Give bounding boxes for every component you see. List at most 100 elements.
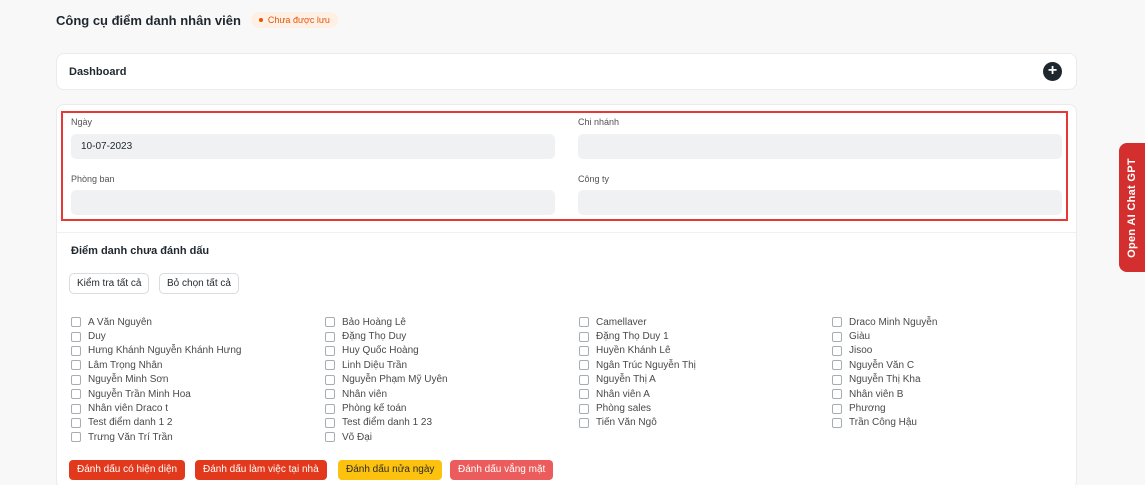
chat-gpt-side-tab[interactable]: Open AI Chat GPT	[1119, 143, 1145, 272]
employee-name: Nguyễn Văn C	[849, 359, 915, 371]
employee-checkbox-item[interactable]: Nhân viên Draco t	[71, 401, 242, 415]
branch-input[interactable]	[578, 134, 1062, 159]
employee-name: Bảo Hoàng Lê	[342, 316, 406, 328]
employee-checkbox-item[interactable]: Bảo Hoàng Lê	[325, 315, 448, 329]
employee-checkbox-item[interactable]: Ngân Trúc Nguyễn Thị	[579, 358, 696, 372]
checkbox-icon[interactable]	[71, 331, 81, 342]
checkbox-icon[interactable]	[832, 317, 842, 328]
employee-name: Nhân viên B	[849, 388, 904, 400]
employee-checkbox-item[interactable]: Nhân viên A	[579, 387, 696, 401]
employee-checkbox-item[interactable]: Nhân viên B	[832, 387, 937, 401]
employee-checkbox-item[interactable]: Camellaver	[579, 315, 696, 329]
checkbox-icon[interactable]	[579, 317, 589, 328]
employee-checkbox-item[interactable]: Jisoo	[832, 344, 937, 358]
checkbox-icon[interactable]	[579, 374, 589, 385]
checkbox-icon[interactable]	[71, 345, 81, 356]
employee-checkbox-item[interactable]: Nguyễn Thị Kha	[832, 373, 937, 387]
uncheck-all-button[interactable]: Bỏ chọn tất cả	[159, 273, 239, 294]
employee-checkbox-item[interactable]: Phương	[832, 401, 937, 415]
checkbox-icon[interactable]	[71, 360, 81, 371]
checkbox-icon[interactable]	[71, 432, 81, 443]
checkbox-icon[interactable]	[325, 360, 335, 371]
mark-absent-button[interactable]: Đánh dấu vắng mặt	[450, 460, 554, 480]
employee-name: Nguyễn Thị A	[596, 374, 656, 386]
checkbox-icon[interactable]	[832, 417, 842, 428]
checkbox-icon[interactable]	[71, 317, 81, 328]
status-dot-icon	[258, 18, 263, 22]
dashboard-label: Dashboard	[69, 65, 127, 78]
unmarked-section-title: Điểm danh chưa đánh dấu	[71, 245, 210, 257]
department-label: Phòng ban	[71, 174, 115, 184]
checkbox-icon[interactable]	[579, 403, 589, 414]
employee-checkbox-item[interactable]: Giàu	[832, 329, 937, 343]
employee-checkbox-item[interactable]: Draco Minh Nguyễn	[832, 315, 937, 329]
employee-checkbox-item[interactable]: Lâm Trọng Nhân	[71, 358, 242, 372]
plus-icon[interactable]: +	[1043, 62, 1062, 81]
checkbox-icon[interactable]	[832, 389, 842, 400]
checkbox-icon[interactable]	[832, 374, 842, 385]
employee-checkbox-item[interactable]: Duy	[71, 329, 242, 343]
employee-checkbox-item[interactable]: Phòng kế toán	[325, 401, 448, 415]
employee-checkbox-item[interactable]: Hưng Khánh Nguyễn Khánh Hưng	[71, 344, 242, 358]
checkbox-icon[interactable]	[832, 403, 842, 414]
employee-checkbox-item[interactable]: Trưng Văn Trí Trần	[71, 430, 242, 444]
department-input[interactable]	[71, 190, 555, 215]
employee-checkbox-item[interactable]: Huy Quốc Hoàng	[325, 344, 448, 358]
employee-checkbox-item[interactable]: Trần Công Hậu	[832, 416, 937, 430]
checkbox-icon[interactable]	[325, 432, 335, 443]
employee-checkbox-item[interactable]: Phòng sales	[579, 401, 696, 415]
employee-checkbox-item[interactable]: Test điểm danh 1 23	[325, 416, 448, 430]
employee-checkbox-item[interactable]: Test điểm danh 1 2	[71, 416, 242, 430]
employee-name: Phòng kế toán	[342, 403, 407, 415]
checkbox-icon[interactable]	[71, 403, 81, 414]
mark-wfh-button[interactable]: Đánh dấu làm việc tại nhà	[195, 460, 327, 480]
employee-checkbox-item[interactable]: Nguyễn Văn C	[832, 358, 937, 372]
checkbox-icon[interactable]	[832, 331, 842, 342]
checkbox-icon[interactable]	[579, 360, 589, 371]
mark-half-day-button[interactable]: Đánh dấu nửa ngày	[338, 460, 443, 480]
checkbox-icon[interactable]	[579, 345, 589, 356]
employee-checkbox-item[interactable]: Nguyễn Trần Minh Hoa	[71, 387, 242, 401]
checkbox-icon[interactable]	[579, 417, 589, 428]
checkbox-icon[interactable]	[579, 331, 589, 342]
employee-checkbox-item[interactable]: Võ Đại	[325, 430, 448, 444]
checkbox-icon[interactable]	[71, 374, 81, 385]
employee-checkbox-item[interactable]: Đặng Thọ Duy 1	[579, 329, 696, 343]
mark-present-button[interactable]: Đánh dấu có hiện diện	[69, 460, 186, 480]
employee-name: Nguyễn Minh Sơn	[88, 374, 169, 386]
employee-column-4: Draco Minh Nguyễn Giàu Jisoo Nguyễn Văn …	[832, 315, 937, 430]
employee-checkbox-item[interactable]: Tiến Văn Ngô	[579, 416, 696, 430]
dashboard-section[interactable]: Dashboard +	[56, 53, 1077, 90]
checkbox-icon[interactable]	[325, 417, 335, 428]
employee-column-1: A Văn Nguyên Duy Hưng Khánh Nguyễn Khánh…	[71, 315, 242, 445]
employee-checkbox-item[interactable]: Nguyễn Thị A	[579, 373, 696, 387]
checkbox-icon[interactable]	[325, 317, 335, 328]
checkbox-icon[interactable]	[832, 360, 842, 371]
employee-checkbox-item[interactable]: Huyền Khánh Lê	[579, 344, 696, 358]
employee-checkbox-item[interactable]: Nhân viên	[325, 387, 448, 401]
checkbox-icon[interactable]	[832, 345, 842, 356]
date-input[interactable]: 10-07-2023	[71, 134, 555, 159]
checkbox-icon[interactable]	[325, 331, 335, 342]
employee-checkbox-item[interactable]: Nguyễn Minh Sơn	[71, 373, 242, 387]
branch-label: Chi nhánh	[578, 117, 620, 127]
employee-name: Huyền Khánh Lê	[596, 345, 671, 357]
company-label: Công ty	[578, 174, 610, 184]
check-all-button[interactable]: Kiểm tra tất cả	[69, 273, 150, 294]
checkbox-icon[interactable]	[579, 389, 589, 400]
employee-name: Nguyễn Thị Kha	[849, 374, 921, 386]
checkbox-icon[interactable]	[325, 403, 335, 414]
employee-checkbox-item[interactable]: Đặng Thọ Duy	[325, 329, 448, 343]
employee-checkbox-item[interactable]: Linh Diệu Trần	[325, 358, 448, 372]
checkbox-icon[interactable]	[71, 389, 81, 400]
employee-name: Linh Diệu Trần	[342, 359, 408, 371]
chat-gpt-tab-label: Open AI Chat GPT	[1126, 157, 1139, 258]
company-input[interactable]	[578, 190, 1062, 215]
checkbox-icon[interactable]	[71, 417, 81, 428]
employee-checkbox-item[interactable]: A Văn Nguyên	[71, 315, 242, 329]
employee-name: Giàu	[849, 331, 871, 343]
checkbox-icon[interactable]	[325, 389, 335, 400]
employee-checkbox-item[interactable]: Nguyễn Phạm Mỹ Uyên	[325, 373, 448, 387]
checkbox-icon[interactable]	[325, 345, 335, 356]
checkbox-icon[interactable]	[325, 374, 335, 385]
